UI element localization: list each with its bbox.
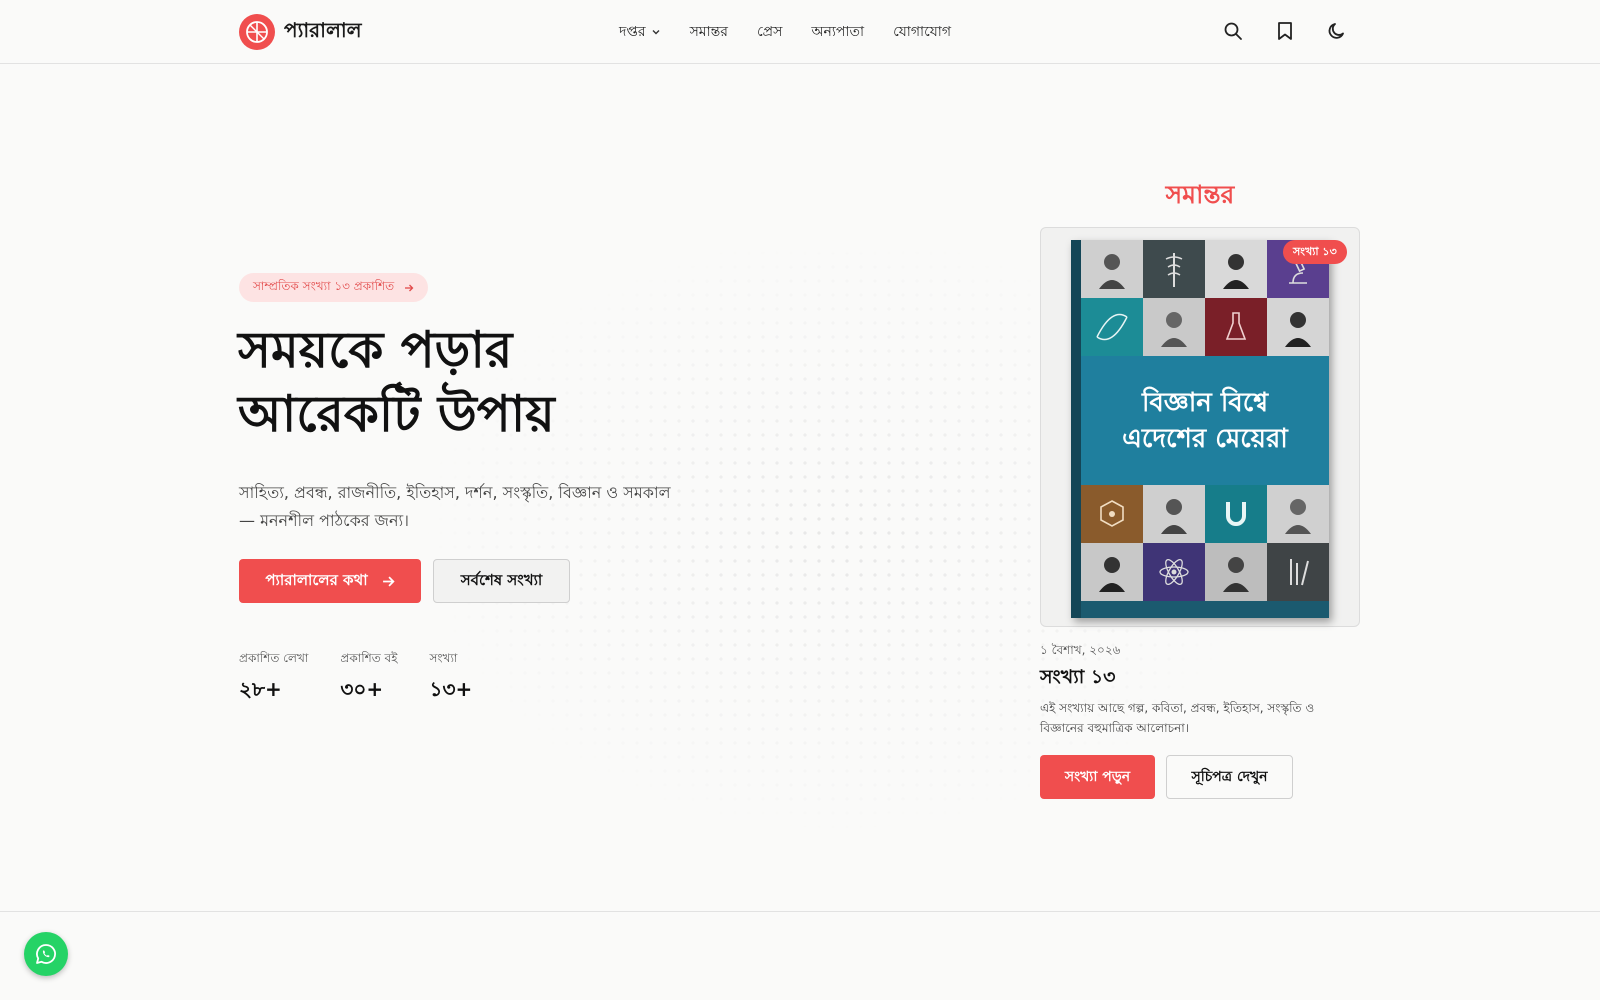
issue-name: সংখ্যা ১৩ <box>1040 666 1116 688</box>
latest-issue-button[interactable]: সর্বশেষ সংখ্যা <box>433 559 570 603</box>
button-label: সংখ্যা পড়ুন <box>1064 769 1131 785</box>
tools-icon <box>1267 543 1329 601</box>
hero-headline: সময়কে পড়ার আরেকটি উপায় <box>238 318 555 446</box>
whatsapp-button[interactable] <box>24 932 68 976</box>
arrow-right-icon <box>382 576 395 586</box>
stat-value: ২৮+ <box>239 677 282 701</box>
issue-cover-image: বিজ্ঞান বিশ্বে এদেশের মেয়েরা <box>1071 240 1329 618</box>
stat-value: ১৩+ <box>429 677 473 701</box>
header-actions <box>1222 20 1348 42</box>
nav-item-label: প্রেস <box>757 24 783 40</box>
stat-value: ৩০+ <box>340 677 384 701</box>
hero-subtitle: সাহিত্য, প্রবন্ধ, রাজনীতি, ইতিহাস, দর্শন… <box>239 483 671 530</box>
book-spine <box>1071 240 1081 618</box>
button-label: সূচিপত্র দেখুন <box>1191 769 1268 785</box>
stat-label: প্রকাশিত লেখা <box>239 651 309 665</box>
search-icon[interactable] <box>1222 20 1244 42</box>
stats-row: প্রকাশিত লেখা ২৮+ প্রকাশিত বই ৩০+ সংখ্যা… <box>239 650 472 708</box>
cover-title: বিজ্ঞান বিশ্বে এদেশের মেয়েরা <box>1081 356 1329 485</box>
molecule-icon <box>1081 485 1143 543</box>
bookmark-icon[interactable] <box>1274 20 1296 42</box>
issue-section-title: সমান্তর <box>1165 180 1235 209</box>
nav-item-daptar[interactable]: দপ্তর <box>619 20 661 44</box>
view-toc-button[interactable]: সূচিপত্র দেখুন <box>1166 755 1293 799</box>
portrait-tile <box>1081 240 1143 298</box>
main-nav: দপ্তর সমান্তর প্রেস অন্যপাতা যোগাযোগ <box>619 20 951 44</box>
portrait-tile <box>1143 485 1205 543</box>
issue-description: এই সংখ্যায় আছে গল্প, কবিতা, প্রবন্ধ, ইত… <box>1040 701 1315 735</box>
nav-item-label: সমান্তর <box>689 24 728 40</box>
portrait-tile <box>1205 240 1267 298</box>
aperture-logo-icon <box>239 14 275 50</box>
whatsapp-icon <box>36 944 56 964</box>
cover-title-line-2: এদেশের মেয়েরা <box>1122 423 1288 454</box>
dna-icon <box>1081 298 1143 356</box>
nav-item-press[interactable]: প্রেস <box>757 20 782 44</box>
portrait-tile <box>1081 543 1143 601</box>
footer-divider <box>0 911 1600 912</box>
atom-icon <box>1143 543 1205 601</box>
brand-name: প্যারালাল <box>284 17 362 42</box>
issue-number-badge: সংখ্যা ১৩ <box>1283 240 1347 264</box>
chevron-down-icon <box>652 30 660 35</box>
portrait-tile <box>1205 543 1267 601</box>
stat-issues: সংখ্যা ১৩+ <box>429 650 472 708</box>
portrait-tile <box>1267 298 1329 356</box>
button-label: প্যারালালের কথা <box>265 570 368 589</box>
nav-item-label: যোগাযোগ <box>893 24 952 40</box>
stat-books: প্রকাশিত বই ৩০+ <box>340 650 397 708</box>
nav-item-label: দপ্তর <box>619 24 646 40</box>
nav-item-contact[interactable]: যোগাযোগ <box>893 20 951 44</box>
nav-item-samantar[interactable]: সমান্তর <box>690 20 728 44</box>
portrait-tile <box>1267 485 1329 543</box>
top-navigation-bar: প্যারালাল দপ্তর সমান্তর প্রেস অন্যপাতা য… <box>0 0 1600 64</box>
cover-tile-grid-bottom <box>1081 485 1329 601</box>
about-parallel-button[interactable]: প্যারালালের কথা <box>239 559 421 603</box>
stat-label: প্রকাশিত বই <box>340 651 398 665</box>
magnet-icon <box>1205 485 1267 543</box>
read-issue-button[interactable]: সংখ্যা পড়ুন <box>1040 755 1155 799</box>
flask-icon <box>1205 298 1267 356</box>
issue-date: ১ বৈশাখ, ২০২৬ <box>1040 643 1121 657</box>
pill-label: সাম্প্রতিক সংখ্যা ১৩ প্রকাশিত <box>253 278 395 293</box>
stat-articles: প্রকাশিত লেখা ২৮+ <box>239 650 308 708</box>
button-label: সর্বশেষ সংখ্যা <box>460 570 543 589</box>
nav-item-label: অন্যপাতা <box>811 24 865 40</box>
issue-cover-card[interactable]: বিজ্ঞান বিশ্বে এদেশের মেয়েরা <box>1040 227 1360 627</box>
headline-line-1: সময়কে পড়ার <box>238 321 513 379</box>
stat-label: সংখ্যা <box>429 651 458 665</box>
nav-item-anyapata[interactable]: অন্যপাতা <box>811 20 864 44</box>
moon-icon[interactable] <box>1326 20 1348 42</box>
cover-title-line-1: বিজ্ঞান বিশ্বে <box>1141 387 1269 418</box>
brand-logo[interactable]: প্যারালাল <box>239 14 362 50</box>
arrow-right-icon <box>405 284 414 291</box>
headline-line-2: আরেকটি উপায় <box>238 385 555 443</box>
portrait-tile <box>1143 298 1205 356</box>
caduceus-icon <box>1143 240 1205 298</box>
latest-issue-pill[interactable]: সাম্প্রতিক সংখ্যা ১৩ প্রকাশিত <box>239 273 429 302</box>
